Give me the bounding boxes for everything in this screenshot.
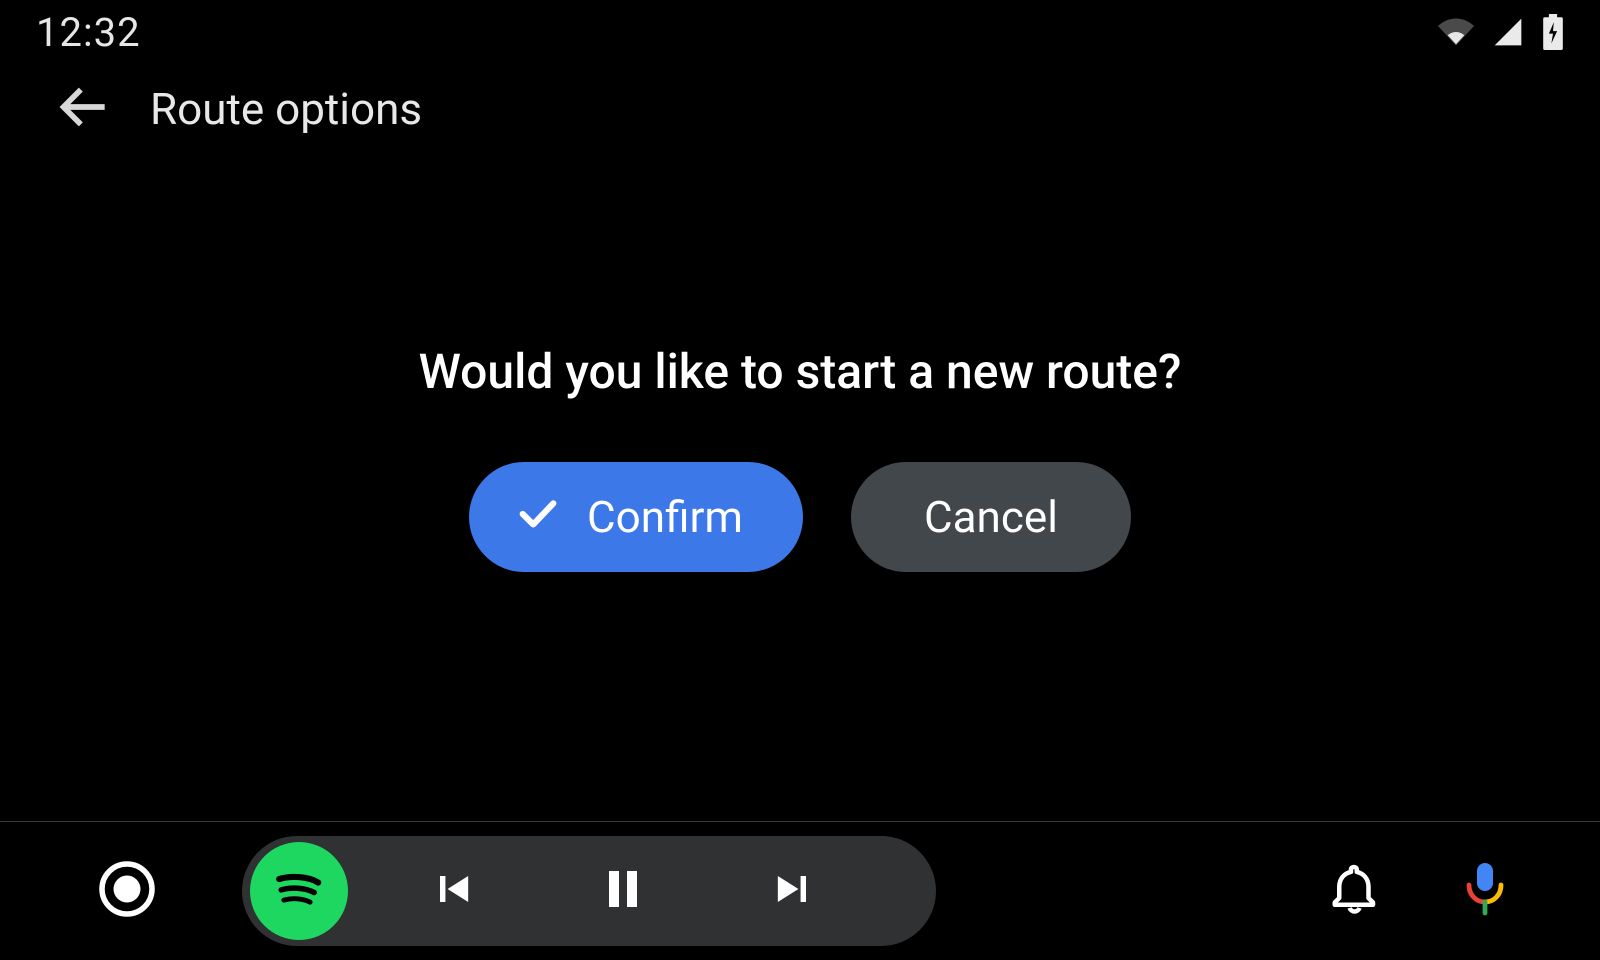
media-control-bar [242, 836, 936, 946]
cancel-button[interactable]: Cancel [851, 462, 1131, 572]
voice-assistant-button[interactable] [1440, 846, 1530, 936]
media-app-button[interactable] [250, 842, 348, 940]
dialog-question: Would you like to start a new route? [419, 343, 1182, 400]
status-clock: 12:32 [36, 9, 141, 56]
battery-charging-icon [1542, 14, 1564, 50]
mic-icon [1460, 861, 1510, 921]
bottom-nav [0, 822, 1600, 960]
circle-icon [97, 859, 157, 923]
next-track-button[interactable] [708, 836, 878, 946]
dialog: Would you like to start a new route? Con… [0, 154, 1600, 821]
check-icon [515, 489, 561, 546]
wifi-icon [1438, 14, 1474, 50]
notifications-button[interactable] [1310, 846, 1400, 936]
back-button[interactable] [54, 80, 112, 138]
pause-icon [599, 862, 647, 920]
confirm-button[interactable]: Confirm [469, 462, 803, 572]
cellular-icon [1492, 16, 1524, 48]
page-title: Route options [150, 83, 422, 135]
status-icons [1438, 14, 1564, 50]
skip-previous-icon [427, 863, 479, 919]
confirm-button-label: Confirm [587, 491, 743, 543]
cancel-button-label: Cancel [924, 491, 1058, 543]
dialog-button-row: Confirm Cancel [469, 462, 1131, 572]
bell-icon [1328, 862, 1382, 920]
skip-next-icon [767, 863, 819, 919]
arrow-left-icon [57, 81, 109, 137]
launcher-button[interactable] [92, 856, 162, 926]
header: Route options [0, 64, 1600, 154]
previous-track-button[interactable] [368, 836, 538, 946]
status-bar: 12:32 [0, 0, 1600, 64]
spotify-icon [264, 854, 334, 928]
play-pause-button[interactable] [538, 836, 708, 946]
